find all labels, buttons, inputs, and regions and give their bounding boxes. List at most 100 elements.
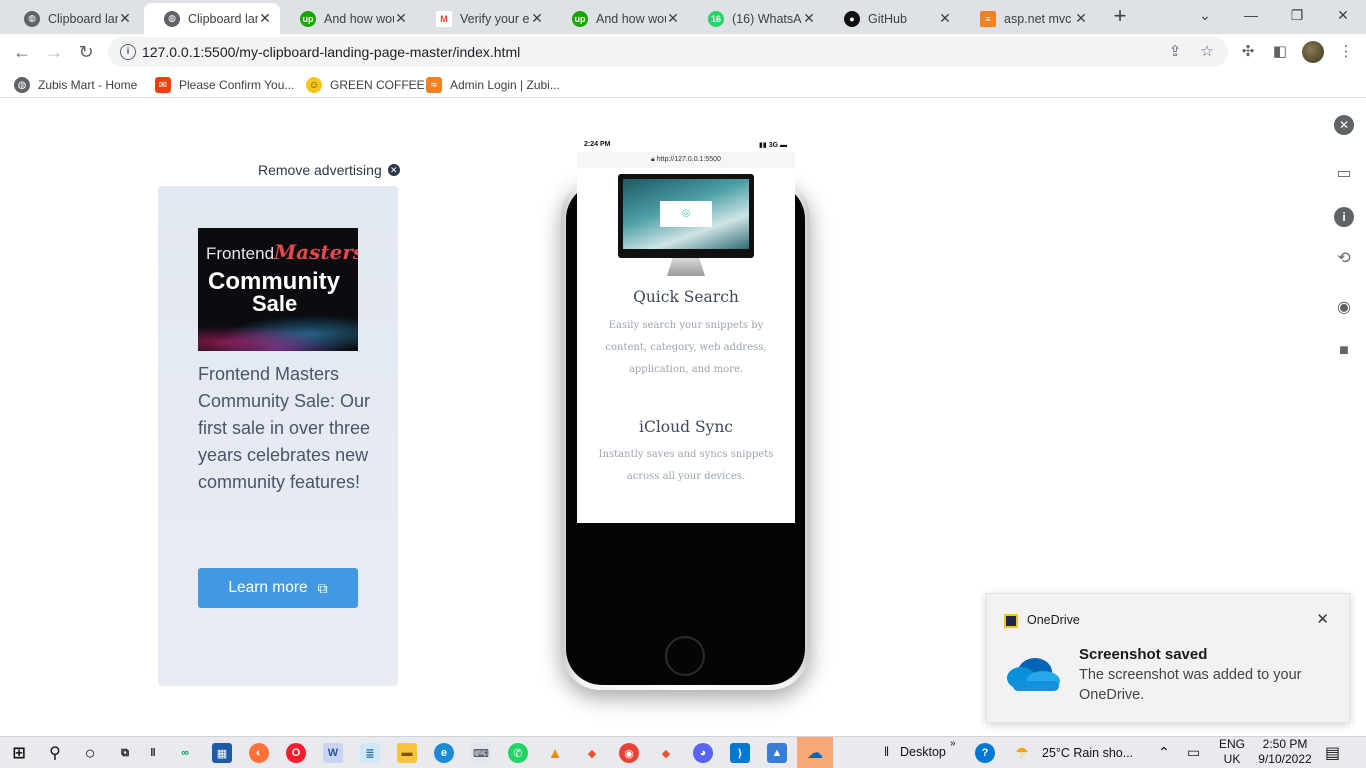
bookmark-zubis-mart[interactable]: ◍ Zubis Mart - Home — [14, 76, 137, 94]
ad-image-subheadline: Sale — [252, 291, 298, 316]
tab-title: And how wou — [596, 11, 666, 26]
tab-upwork-1[interactable]: up And how wou ✕ — [280, 3, 416, 34]
rotate-icon[interactable]: ⟲ — [1334, 249, 1354, 269]
bookmark-please-confirm[interactable]: ✉ Please Confirm You... — [155, 76, 294, 94]
bookmark-label: Admin Login | Zubi... — [450, 78, 560, 92]
close-icon[interactable]: ✕ — [530, 10, 544, 27]
chrome-icon[interactable]: ◉ — [619, 743, 639, 763]
close-icon[interactable]: ✕ — [258, 10, 272, 27]
onedrive-taskbar-icon[interactable]: ☁ — [797, 737, 833, 768]
devices-icon[interactable]: ▭ — [1334, 164, 1354, 184]
window-close-button[interactable]: ✕ — [1320, 0, 1366, 30]
battery-icon[interactable]: ▭ — [1187, 744, 1200, 761]
opera-icon[interactable]: O — [286, 743, 306, 763]
tab-clipboard-active[interactable]: ◍ Clipboard lan ✕ — [144, 3, 280, 34]
git-icon[interactable]: ◆ — [582, 743, 602, 763]
globe-icon: ◍ — [24, 10, 40, 27]
clock[interactable]: 2:50 PM 9/10/2022 — [1256, 737, 1314, 767]
browser-toolbar: ← → ↻ i 127.0.0.1:5500/my-clipboard-land… — [0, 34, 1366, 70]
remove-advertising-label: Remove advertising — [258, 162, 382, 178]
notepad-icon[interactable]: ≣ — [360, 743, 380, 763]
close-icon[interactable]: ✕ — [802, 10, 816, 27]
back-button[interactable]: ← — [10, 40, 34, 64]
restore-button[interactable]: ❐ — [1274, 0, 1320, 30]
info-icon[interactable]: i — [120, 44, 136, 60]
git-gui-icon[interactable]: ◆ — [656, 743, 676, 763]
check-icon: ◎ — [660, 201, 712, 227]
close-icon[interactable]: ✕ — [1074, 10, 1088, 27]
desktop-toolbar-label[interactable]: Desktop — [900, 745, 946, 759]
extensions-icon[interactable]: ✣ — [1238, 42, 1258, 62]
url-text[interactable]: 127.0.0.1:5500/my-clipboard-landing-page… — [142, 44, 520, 60]
task-view-icon[interactable]: ⧉ — [115, 743, 135, 763]
minimize-button[interactable]: — — [1228, 0, 1274, 30]
help-icon[interactable]: ? — [975, 743, 995, 763]
tab-gmail[interactable]: M Verify your en ✕ — [416, 3, 552, 34]
tab-search-button[interactable]: ⌄ — [1182, 0, 1228, 30]
tab-github[interactable]: ● GitHub ✕ — [824, 3, 960, 34]
video-icon[interactable]: ■ — [1334, 341, 1354, 361]
onedrive-notification[interactable]: OneDrive ✕ Screenshot saved The screensh… — [986, 593, 1350, 723]
tab-title: Verify your en — [460, 11, 530, 26]
edge-icon[interactable]: e — [434, 743, 454, 763]
learn-more-button[interactable]: Learn more ⧉ — [198, 568, 358, 608]
weather-widget[interactable]: 25°C Rain sho... — [1042, 746, 1133, 760]
status-time: 2:24 PM — [584, 141, 611, 148]
close-icon[interactable]: ✕ — [1334, 115, 1354, 135]
new-tab-button[interactable]: + — [1108, 5, 1132, 29]
whatsapp-icon[interactable]: ✆ — [508, 743, 528, 763]
ad-description[interactable]: Frontend Masters Community Sale: Our fir… — [198, 361, 373, 496]
tab-stackoverflow[interactable]: ≡ asp.net mvc - ✕ — [960, 3, 1096, 34]
globe-icon: ◍ — [14, 77, 30, 93]
ad-image[interactable]: FrontendMasters Community Sale — [198, 228, 358, 351]
close-icon[interactable]: ✕ — [394, 10, 408, 27]
phone-screen: 2:24 PM ▮▮ 3G ▬ 🔒︎ http://127.0.0.1:5500… — [577, 138, 795, 523]
tab-clipboard-1[interactable]: ◍ Clipboard lan ✕ — [4, 3, 140, 34]
camera-icon[interactable]: ◉ — [1334, 298, 1354, 318]
close-circle-icon: ✕ — [387, 164, 400, 176]
home-button[interactable] — [665, 636, 705, 676]
cloud-icon — [1007, 658, 1060, 691]
search-icon[interactable]: ⚲ — [45, 743, 65, 763]
close-icon[interactable]: ✕ — [938, 10, 952, 27]
discord-icon[interactable]: ◕ — [693, 743, 713, 763]
bookmark-admin-login[interactable]: ≈ Admin Login | Zubi... — [426, 76, 560, 94]
bookmark-green-coffee[interactable]: ☺ GREEN COFFEE — [306, 76, 425, 94]
side-panel-icon[interactable]: ◧ — [1270, 42, 1290, 62]
close-icon[interactable]: ✕ — [118, 10, 132, 27]
profile-avatar[interactable] — [1302, 41, 1324, 63]
notification-center-icon[interactable]: ▤ — [1325, 743, 1340, 763]
windows-start-icon[interactable]: ⊞ — [9, 743, 29, 763]
infinity-icon[interactable]: ∞ — [175, 743, 195, 763]
chevron-up-icon[interactable]: ⌃ — [1158, 744, 1170, 761]
vscode-icon[interactable]: ⟩ — [730, 743, 750, 763]
chevron-icon[interactable]: » — [950, 738, 956, 749]
phone-url-bar[interactable]: 🔒︎ http://127.0.0.1:5500 — [577, 152, 795, 168]
keyboard-icon[interactable]: ⌨ — [471, 743, 491, 763]
file-explorer-icon[interactable]: ▬ — [397, 743, 417, 763]
close-icon[interactable]: ✕ — [1316, 610, 1329, 628]
bookmark-star-icon[interactable]: ☆ — [1198, 43, 1216, 61]
tab-upwork-2[interactable]: up And how wou ✕ — [552, 3, 688, 34]
ad-card: FrontendMasters Community Sale Frontend … — [158, 186, 398, 686]
address-bar[interactable]: i 127.0.0.1:5500/my-clipboard-landing-pa… — [108, 37, 1228, 67]
flame-icon: ≈ — [426, 77, 442, 93]
firefox-icon[interactable]: ◐ — [249, 743, 269, 763]
share-icon[interactable]: ⇪ — [1166, 43, 1184, 61]
photos-icon[interactable]: ▲ — [767, 743, 787, 763]
close-icon[interactable]: ✕ — [666, 10, 680, 27]
stackoverflow-icon: ≡ — [980, 10, 996, 27]
remove-advertising-link[interactable]: Remove advertising ✕ — [258, 162, 400, 178]
calculator-icon[interactable]: ▦ — [212, 743, 232, 763]
menu-icon[interactable]: ⋮ — [1336, 42, 1356, 62]
word-icon[interactable]: W — [323, 743, 343, 763]
onedrive-app-icon — [1004, 614, 1018, 628]
reload-button[interactable]: ↻ — [74, 40, 98, 64]
forward-button[interactable]: → — [42, 40, 66, 64]
language-indicator[interactable]: ENG UK — [1219, 737, 1245, 767]
ad-image-clouds — [198, 316, 358, 351]
info-icon[interactable]: i — [1334, 207, 1354, 227]
cortana-icon[interactable]: ○ — [80, 743, 100, 763]
vlc-icon[interactable]: ▲ — [545, 743, 565, 763]
tab-whatsapp[interactable]: 16 (16) WhatsAp ✕ — [688, 3, 824, 34]
